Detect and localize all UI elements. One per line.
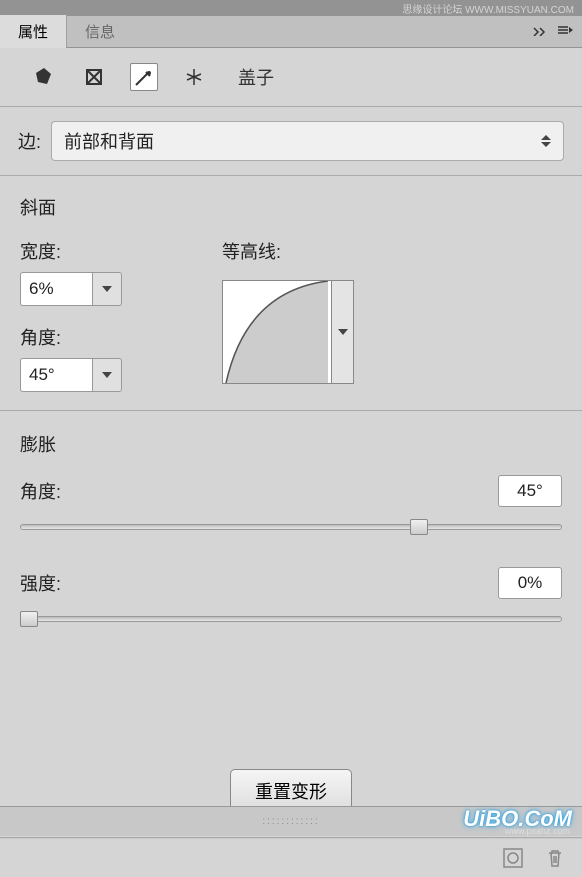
side-select[interactable]: 前部和背面: [51, 121, 564, 161]
tab-properties[interactable]: 属性: [0, 15, 67, 48]
slider-thumb[interactable]: [410, 519, 428, 535]
caret-down-icon: [102, 372, 112, 378]
slider-thumb[interactable]: [20, 611, 38, 627]
width-field: 宽度:: [20, 238, 122, 306]
trash-icon[interactable]: [544, 847, 566, 869]
inflate-section: 膨胀 角度: 强度:: [0, 411, 582, 759]
caret-down-icon: [102, 286, 112, 292]
panel-menu-icon[interactable]: [558, 23, 574, 41]
cap-icon[interactable]: [130, 63, 158, 91]
angle-field: 角度:: [20, 324, 122, 392]
deform-icon[interactable]: [80, 63, 108, 91]
inflate-strength-input[interactable]: [498, 567, 562, 599]
contour-dropdown-button[interactable]: [332, 280, 354, 384]
inflate-angle-input[interactable]: [498, 475, 562, 507]
toolbar: 盖子: [0, 48, 582, 107]
slider-track: [20, 616, 562, 622]
coordinates-icon[interactable]: [180, 63, 208, 91]
inflate-angle-label: 角度:: [20, 478, 61, 504]
toolbar-object-label: 盖子: [238, 64, 274, 90]
watermark-top: 思缘设计论坛 WWW.MISSYUAN.COM: [402, 1, 574, 16]
width-input[interactable]: [20, 272, 92, 306]
tabs: 属性 信息: [0, 16, 582, 48]
side-label: 边:: [18, 128, 41, 154]
contour-label: 等高线:: [222, 238, 354, 264]
angle-dropdown-button[interactable]: [92, 358, 122, 392]
mesh-icon[interactable]: [30, 63, 58, 91]
tab-info[interactable]: 信息: [67, 15, 133, 48]
width-dropdown-button[interactable]: [92, 272, 122, 306]
inflate-title: 膨胀: [20, 431, 562, 457]
titlebar: 思缘设计论坛 WWW.MISSYUAN.COM: [0, 0, 582, 16]
caret-down-icon: [338, 329, 348, 335]
bevel-title: 斜面: [20, 194, 562, 220]
watermark-sub: www.psahz.com: [505, 826, 570, 836]
updown-icon: [541, 135, 551, 147]
angle-label: 角度:: [20, 324, 122, 350]
footer: [0, 838, 582, 877]
side-row: 边: 前部和背面: [0, 107, 582, 176]
slider-track: [20, 524, 562, 530]
render-icon[interactable]: [502, 847, 524, 869]
collapse-icon[interactable]: [532, 23, 550, 41]
inflate-strength-label: 强度:: [20, 570, 61, 596]
contour-preview[interactable]: [222, 280, 332, 384]
bevel-section: 斜面 宽度: 角度: 等高线:: [0, 176, 582, 411]
inflate-strength-slider[interactable]: [20, 609, 562, 629]
inflate-angle-slider[interactable]: [20, 517, 562, 537]
angle-input[interactable]: [20, 358, 92, 392]
width-label: 宽度:: [20, 238, 122, 264]
side-select-value: 前部和背面: [64, 128, 154, 154]
grip-dots: ::::::::::::: [262, 816, 319, 827]
